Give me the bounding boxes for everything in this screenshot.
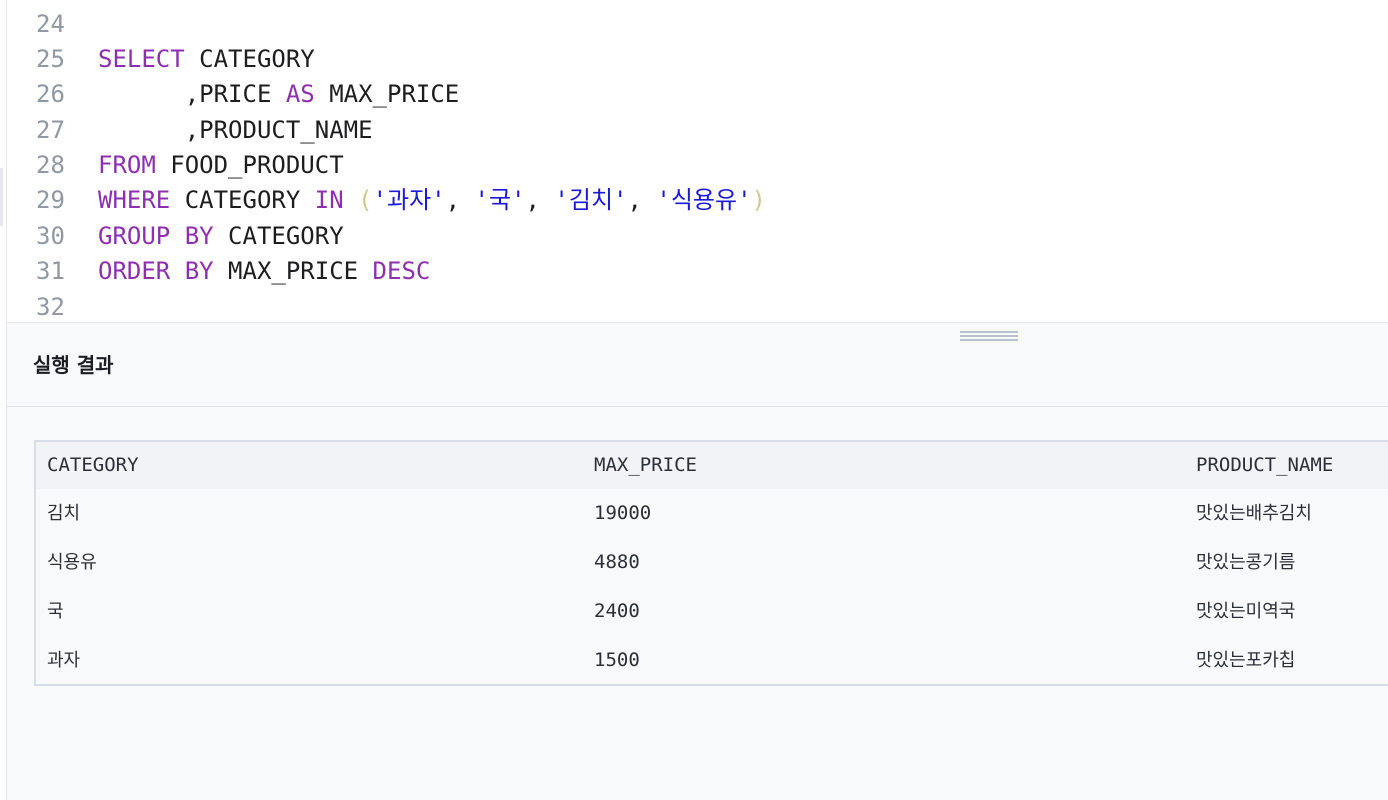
code-line[interactable]: 25 SELECT CATEGORY [0,42,1380,77]
sql-string: '과자' [372,186,446,214]
result-title: 실행 결과 [33,353,114,377]
line-code[interactable]: WHERE CATEGORY IN ('과자', '국', '김치', '식용유… [98,183,766,218]
table-row: 과자 1500 맛있는포카칩 [36,636,1388,685]
cell-product-name: 맛있는콩기름 [1196,552,1296,573]
sql-keyword: AS [285,80,315,108]
code-line[interactable]: 32 [0,290,1380,322]
cell-product-name: 맛있는배추김치 [1196,503,1312,524]
sql-text: FOOD_PRODUCT [155,151,344,179]
sql-string: '김치' [554,186,628,214]
line-number: 25 [36,45,65,73]
cell-max-price: 4880 [594,551,640,573]
sql-paren: ( [358,186,373,214]
line-code[interactable]: GROUP BY CATEGORY [98,219,344,254]
sql-editor[interactable]: 24 25 SELECT CATEGORY 26 ,PRICE AS MAX_PRIC… [0,0,1388,322]
line-code[interactable]: ,PRODUCT_NAME [98,113,373,148]
cell-category: 김치 [47,503,81,524]
sql-text: , [445,186,475,214]
cell-category: 식용유 [47,552,97,573]
column-header-category: CATEGORY [47,454,139,476]
sql-keyword: DESC [372,257,431,285]
sql-text: ,PRICE [98,80,286,108]
line-number: 24 [36,10,65,38]
column-header-max-price: MAX_PRICE [594,454,697,476]
code-line[interactable]: 29 WHERE CATEGORY IN ('과자', '국', '김치', '식… [0,183,1380,218]
line-code[interactable]: ORDER BY MAX_PRICE DESC [98,254,430,289]
sql-text: CATEGORY [213,222,344,250]
sql-text: ,PRODUCT_NAME [98,116,373,144]
code-line[interactable]: 28 FROM FOOD_PRODUCT [0,148,1380,183]
result-panel-header: 실행 결과 [7,323,1388,407]
table-header-row: CATEGORY MAX_PRICE PRODUCT_NAME [36,442,1388,489]
line-number: 26 [36,80,65,108]
line-code[interactable]: SELECT CATEGORY [98,42,315,77]
line-code[interactable]: ,PRICE AS MAX_PRICE [98,77,460,112]
line-code[interactable]: FROM FOOD_PRODUCT [98,148,344,183]
result-panel: 실행 결과 CATEGORY MAX_PRICE PRODUCT_NAME 김치… [6,322,1388,800]
cell-product-name: 맛있는미역국 [1196,601,1296,622]
cell-max-price: 19000 [594,502,652,524]
line-number: 27 [36,116,65,144]
cell-max-price: 2400 [594,600,640,622]
table-row: 국 2400 맛있는미역국 [36,587,1388,636]
line-number: 29 [36,186,65,214]
table-row: 김치 19000 맛있는배추김치 [36,489,1388,538]
sql-text: , [525,186,555,214]
sql-text: CATEGORY [184,45,315,73]
sql-keyword: GROUP BY [98,222,214,250]
sql-keyword: SELECT [98,45,185,73]
sql-keyword: WHERE [98,186,171,214]
sql-text: MAX_PRICE [314,80,460,108]
cell-product-name: 맛있는포카칩 [1196,650,1296,671]
line-number: 30 [36,222,65,250]
result-table: CATEGORY MAX_PRICE PRODUCT_NAME 김치 19000… [34,440,1388,686]
code-line[interactable]: 31 ORDER BY MAX_PRICE DESC [0,254,1380,289]
sql-string: '국' [474,186,526,214]
sql-text: MAX_PRICE [213,257,373,285]
code-line[interactable]: 30 GROUP BY CATEGORY [0,219,1380,254]
line-number: 28 [36,151,65,179]
sql-keyword: IN [314,186,344,214]
sql-paren: ) [751,186,766,214]
sql-keyword: FROM [98,151,156,179]
code-line[interactable]: 27 ,PRODUCT_NAME [0,113,1380,148]
line-number: 31 [36,257,65,285]
table-row: 식용유 4880 맛있는콩기름 [36,538,1388,587]
sql-text: CATEGORY [170,186,315,214]
code-line[interactable]: 24 [0,7,1380,42]
cell-max-price: 1500 [594,649,640,671]
cell-category: 과자 [47,650,81,671]
cell-category: 국 [47,601,64,622]
sql-text: , [627,186,657,214]
column-header-product-name: PRODUCT_NAME [1196,454,1334,476]
sql-string: '식용유' [656,186,752,214]
line-number: 32 [36,293,65,321]
sql-keyword: ORDER BY [98,257,214,285]
code-line[interactable]: 26 ,PRICE AS MAX_PRICE [0,77,1380,112]
